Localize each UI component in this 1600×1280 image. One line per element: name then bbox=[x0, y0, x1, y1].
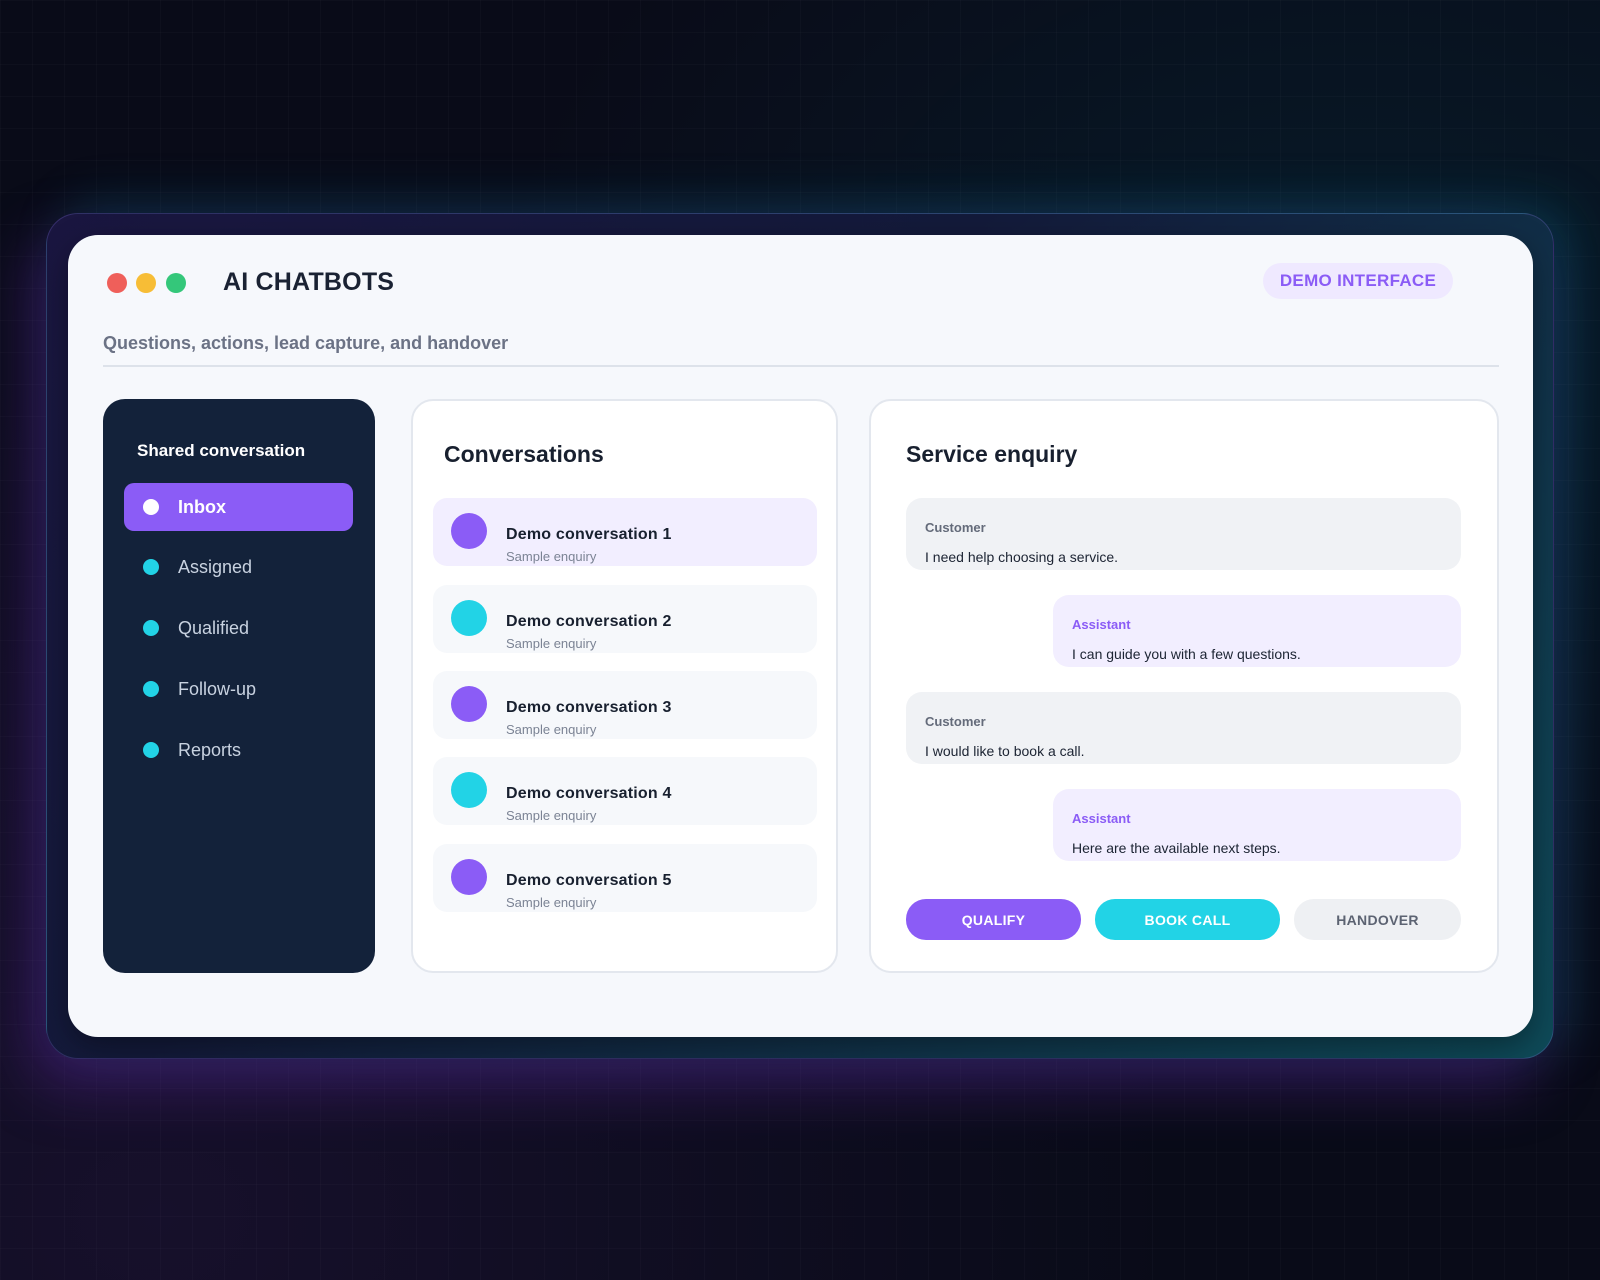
message-role: Assistant bbox=[1072, 811, 1131, 826]
header-divider bbox=[103, 365, 1499, 367]
avatar bbox=[451, 513, 487, 549]
conversation-subtitle: Sample enquiry bbox=[506, 722, 597, 737]
sidebar-item-reports[interactable]: Reports bbox=[124, 726, 353, 774]
avatar bbox=[451, 686, 487, 722]
status-dot-icon bbox=[143, 499, 159, 515]
app-window: AI CHATBOTS DEMO INTERFACE Questions, ac… bbox=[68, 235, 1533, 1037]
chat-title: Service enquiry bbox=[906, 441, 1078, 467]
conversation-item[interactable]: Demo conversation 3 Sample enquiry bbox=[433, 671, 817, 739]
avatar bbox=[451, 772, 487, 808]
status-dot-icon bbox=[143, 681, 159, 697]
conversation-name: Demo conversation 4 bbox=[506, 785, 672, 802]
conversation-subtitle: Sample enquiry bbox=[506, 549, 597, 564]
handover-button[interactable]: HANDOVER bbox=[1294, 899, 1461, 940]
sidebar-item-qualified[interactable]: Qualified bbox=[124, 604, 353, 652]
message-role: Customer bbox=[925, 520, 986, 535]
sidebar-item-label: Reports bbox=[178, 739, 242, 760]
message-bubble-assistant: Assistant Here are the available next st… bbox=[1053, 789, 1461, 861]
minimize-window-dot[interactable] bbox=[136, 273, 156, 293]
conversation-subtitle: Sample enquiry bbox=[506, 808, 597, 823]
message-text: I would like to book a call. bbox=[925, 743, 1085, 759]
conversation-subtitle: Sample enquiry bbox=[506, 895, 597, 910]
chat-panel: Service enquiry Customer I need help cho… bbox=[869, 399, 1499, 973]
close-window-dot[interactable] bbox=[107, 273, 127, 293]
sidebar-item-inbox[interactable]: Inbox bbox=[124, 483, 353, 531]
conversation-item[interactable]: Demo conversation 2 Sample enquiry bbox=[433, 585, 817, 653]
maximize-window-dot[interactable] bbox=[166, 273, 186, 293]
qualify-button[interactable]: QUALIFY bbox=[906, 899, 1081, 940]
message-role: Assistant bbox=[1072, 617, 1131, 632]
message-role: Customer bbox=[925, 714, 986, 729]
conversation-item[interactable]: Demo conversation 1 Sample enquiry bbox=[433, 498, 817, 566]
conversations-title: Conversations bbox=[444, 441, 604, 467]
sidebar-item-label: Follow-up bbox=[178, 678, 257, 699]
sidebar: Shared conversation Inbox Assigned Quali… bbox=[103, 399, 375, 973]
message-bubble-customer: Customer I would like to book a call. bbox=[906, 692, 1461, 764]
sidebar-item-assigned[interactable]: Assigned bbox=[124, 543, 353, 591]
conversation-item[interactable]: Demo conversation 4 Sample enquiry bbox=[433, 757, 817, 825]
status-dot-icon bbox=[143, 742, 159, 758]
message-text: Here are the available next steps. bbox=[1072, 840, 1281, 856]
status-dot-icon bbox=[143, 559, 159, 575]
page-subtitle: Questions, actions, lead capture, and ha… bbox=[103, 333, 509, 353]
message-text: I can guide you with a few questions. bbox=[1072, 646, 1301, 662]
sidebar-item-label: Qualified bbox=[178, 617, 250, 638]
status-dot-icon bbox=[143, 620, 159, 636]
book-call-button[interactable]: BOOK CALL bbox=[1095, 899, 1280, 940]
message-text: I need help choosing a service. bbox=[925, 549, 1119, 565]
conversation-subtitle: Sample enquiry bbox=[506, 636, 597, 651]
sidebar-title: Shared conversation bbox=[137, 441, 306, 460]
message-bubble-customer: Customer I need help choosing a service. bbox=[906, 498, 1461, 570]
conversation-name: Demo conversation 2 bbox=[506, 613, 672, 630]
message-bubble-assistant: Assistant I can guide you with a few que… bbox=[1053, 595, 1461, 667]
sidebar-item-label: Assigned bbox=[178, 556, 253, 577]
avatar bbox=[451, 859, 487, 895]
app-title: AI CHATBOTS bbox=[223, 268, 395, 296]
conversation-name: Demo conversation 1 bbox=[506, 526, 672, 543]
sidebar-item-label: Inbox bbox=[178, 496, 226, 517]
conversations-panel: Conversations Demo conversation 1 Sample… bbox=[411, 399, 838, 973]
conversation-item[interactable]: Demo conversation 5 Sample enquiry bbox=[433, 844, 817, 912]
demo-badge: DEMO INTERFACE bbox=[1263, 263, 1453, 299]
conversation-name: Demo conversation 5 bbox=[506, 872, 672, 889]
conversation-name: Demo conversation 3 bbox=[506, 699, 672, 716]
sidebar-item-follow-up[interactable]: Follow-up bbox=[124, 665, 353, 713]
avatar bbox=[451, 600, 487, 636]
